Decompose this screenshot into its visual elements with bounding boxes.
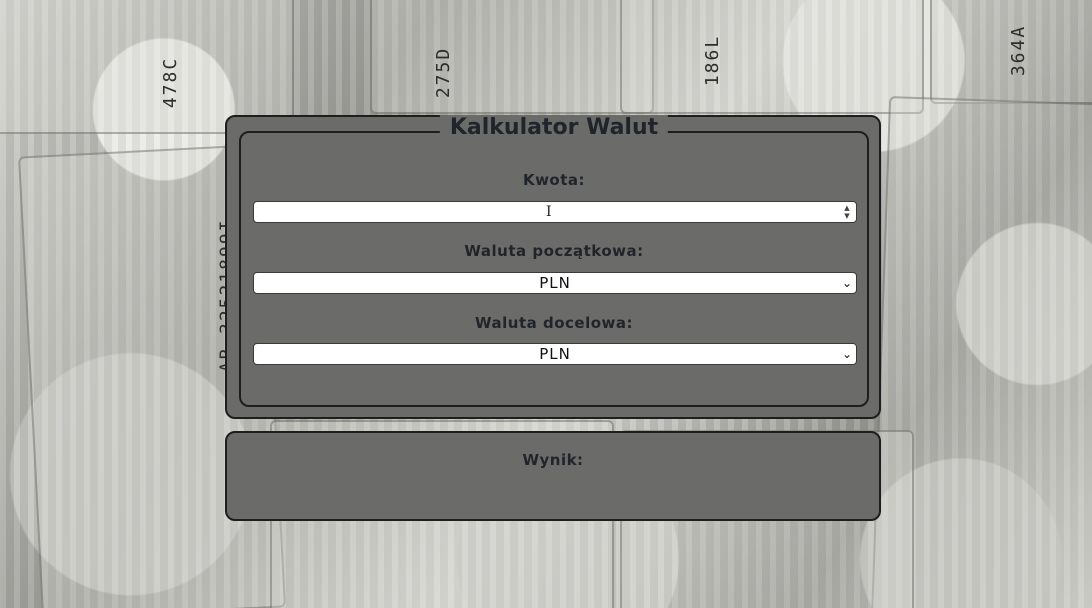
to-currency-select[interactable]: PLN ⌄ xyxy=(253,343,857,365)
bill-serial: 478C xyxy=(160,56,182,109)
spinner-up-icon[interactable]: ▲ xyxy=(844,204,849,212)
to-currency-label: Waluta docelowa: xyxy=(475,314,633,332)
amount-input[interactable]: I ▲ ▼ xyxy=(253,201,857,223)
spinner-down-icon[interactable]: ▼ xyxy=(844,212,849,220)
bill-serial: 186L xyxy=(702,34,724,87)
calculator-title: Kalkulator Walut xyxy=(439,115,669,140)
to-currency-value: PLN xyxy=(539,345,571,363)
bill-shape xyxy=(370,0,654,114)
text-cursor-icon: I xyxy=(546,204,552,220)
from-currency-value: PLN xyxy=(539,274,571,292)
result-label: Wynik: xyxy=(522,451,584,469)
bill-serial: 364A xyxy=(1008,24,1030,77)
number-spinner-icon[interactable]: ▲ ▼ xyxy=(842,204,852,220)
calculator-panel: Kalkulator Walut Kwota: I ▲ ▼ Waluta poc… xyxy=(225,115,881,419)
chevron-down-icon: ⌄ xyxy=(841,347,852,361)
bill-serial: 275D xyxy=(433,46,455,99)
amount-label: Kwota: xyxy=(522,171,586,189)
result-panel: Wynik: xyxy=(225,431,881,521)
chevron-down-icon: ⌄ xyxy=(841,276,852,290)
from-currency-label: Waluta początkowa: xyxy=(464,242,644,260)
calculator-fieldset: Kalkulator Walut Kwota: I ▲ ▼ Waluta poc… xyxy=(239,115,869,407)
from-currency-select[interactable]: PLN ⌄ xyxy=(253,272,857,294)
bill-shape xyxy=(0,0,294,134)
bill-shape xyxy=(620,0,924,114)
